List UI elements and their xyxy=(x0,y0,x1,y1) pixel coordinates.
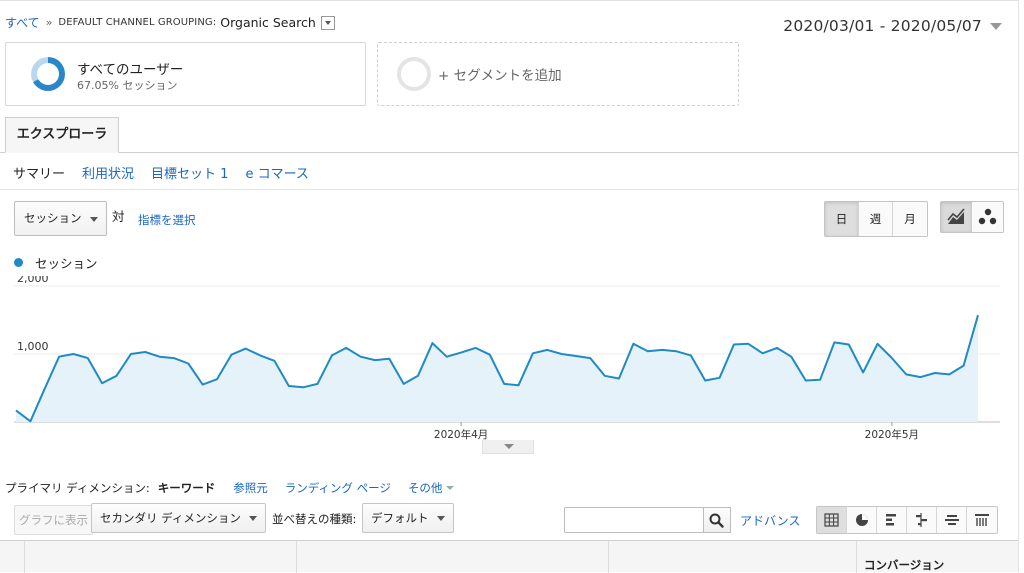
vs-label: 対 xyxy=(112,209,125,224)
conversion-column-header: コンバージョン xyxy=(864,558,945,572)
subtab-usage[interactable]: 利用状況 xyxy=(82,163,134,182)
comparison-view-button[interactable] xyxy=(907,507,937,533)
table-search-input[interactable] xyxy=(564,507,704,533)
sessions-chart[interactable]: 2,000 1,000 2020年4月 2020年5月 xyxy=(0,276,1004,440)
chart-collapse-handle[interactable] xyxy=(482,440,534,454)
search-icon xyxy=(709,513,724,528)
subtab-summary[interactable]: サマリー xyxy=(13,163,65,182)
term-cloud-view-button[interactable] xyxy=(937,507,967,533)
chart-y-ticks: 2,000 1,000 xyxy=(17,276,49,353)
breadcrumb-root-link[interactable]: すべて xyxy=(5,14,40,31)
pivot-view-icon xyxy=(975,514,989,526)
x-tick-label: 2020年5月 xyxy=(865,428,919,440)
metric-select[interactable]: セッション xyxy=(14,201,107,236)
choose-metric-link[interactable]: 指標を選択 xyxy=(138,212,196,228)
segment-subtitle: 67.05% セッション xyxy=(77,79,178,92)
tab-bar-divider xyxy=(0,152,1018,153)
dimension-more-menu[interactable]: その他 xyxy=(408,480,455,496)
comparison-view-icon xyxy=(916,513,927,527)
line-chart-button[interactable] xyxy=(941,202,972,232)
subtab-goal-set-1[interactable]: 目標セット 1 xyxy=(151,163,228,182)
chart-x-ticks: 2020年4月 2020年5月 xyxy=(434,422,919,440)
sort-type-label: 並べ替えの種類: xyxy=(272,512,357,526)
term-cloud-view-icon xyxy=(945,515,959,525)
pie-view-button[interactable] xyxy=(847,507,877,533)
search-button[interactable] xyxy=(703,507,731,533)
primary-dimension-row: プライマリ ディメンション: キーワード 参照元 ランディング ページ その他 xyxy=(5,480,454,496)
advanced-filter-link[interactable]: アドバンス xyxy=(740,512,800,529)
period-month-button[interactable]: 月 xyxy=(893,202,927,236)
date-range-picker[interactable]: 2020/03/01 - 2020/05/07 xyxy=(783,17,1002,35)
add-segment-label: + セグメントを追加 xyxy=(438,68,562,84)
right-border xyxy=(1018,0,1019,572)
tab-explorer[interactable]: エクスプローラ xyxy=(5,117,119,153)
explorer-subtabs: サマリー 利用状況 目標セット 1 e コマース xyxy=(13,163,309,182)
table-view-icon xyxy=(824,513,839,527)
segment-title: すべてのユーザー xyxy=(77,62,184,78)
breadcrumb-separator: » xyxy=(45,16,53,29)
chevron-down-icon xyxy=(990,22,1002,30)
period-toggle: 日 週 月 xyxy=(824,201,928,237)
dimension-source-link[interactable]: 参照元 xyxy=(233,480,268,496)
chart-area-layer xyxy=(15,314,979,423)
dimension-landing-page-link[interactable]: ランディング ページ xyxy=(285,480,391,496)
x-tick-label: 2020年4月 xyxy=(434,428,488,440)
add-segment-button[interactable]: + セグメントを追加 xyxy=(377,42,739,106)
y-tick-label: 1,000 xyxy=(17,340,49,353)
y-tick-label: 2,000 xyxy=(17,276,49,285)
table-column-divider xyxy=(856,541,857,573)
plot-rows-button[interactable]: グラフに表示 xyxy=(14,505,93,535)
table-column-divider xyxy=(608,541,609,573)
breadcrumb-dimension: DEFAULT CHANNEL GROUPING: xyxy=(58,17,217,28)
breadcrumb: すべて » DEFAULT CHANNEL GROUPING: Organic … xyxy=(5,14,335,31)
date-range-text: 2020/03/01 - 2020/05/07 xyxy=(783,17,982,35)
sort-type-select[interactable]: デフォルト xyxy=(362,503,454,533)
table-column-divider xyxy=(24,541,25,573)
primary-dimension-label: プライマリ ディメンション: xyxy=(5,481,150,495)
table-view-toggle xyxy=(816,506,998,534)
chart-legend: セッション xyxy=(14,253,98,272)
segment-all-users[interactable]: すべてのユーザー 67.05% セッション xyxy=(5,42,366,106)
subtab-ecommerce[interactable]: e コマース xyxy=(245,163,308,182)
motion-chart-button[interactable] xyxy=(972,202,1003,232)
performance-view-button[interactable] xyxy=(877,507,907,533)
legend-dot-icon xyxy=(14,258,23,267)
segment-donut-icon xyxy=(31,57,65,91)
breadcrumb-value: Organic Search xyxy=(220,15,316,30)
table-header: コンバージョン xyxy=(0,540,1018,573)
empty-segment-ring-icon xyxy=(397,57,431,91)
period-week-button[interactable]: 週 xyxy=(859,202,893,236)
pie-view-icon xyxy=(856,514,868,526)
primary-dimension-current: キーワード xyxy=(157,481,216,495)
performance-view-icon xyxy=(886,514,896,526)
pivot-view-button[interactable] xyxy=(967,507,997,533)
table-column-divider xyxy=(296,541,297,573)
breadcrumb-dropdown-icon[interactable] xyxy=(320,15,335,30)
subtab-divider xyxy=(0,189,1018,190)
top-border xyxy=(0,0,1018,1)
chart-type-toggle xyxy=(940,201,1004,233)
table-view-button[interactable] xyxy=(817,507,847,533)
secondary-dimension-select[interactable]: セカンダリ ディメンション xyxy=(91,503,266,533)
line-chart-icon xyxy=(947,208,965,224)
period-day-button[interactable]: 日 xyxy=(825,202,859,236)
motion-chart-icon xyxy=(978,208,997,225)
legend-series-name: セッション xyxy=(35,256,98,271)
